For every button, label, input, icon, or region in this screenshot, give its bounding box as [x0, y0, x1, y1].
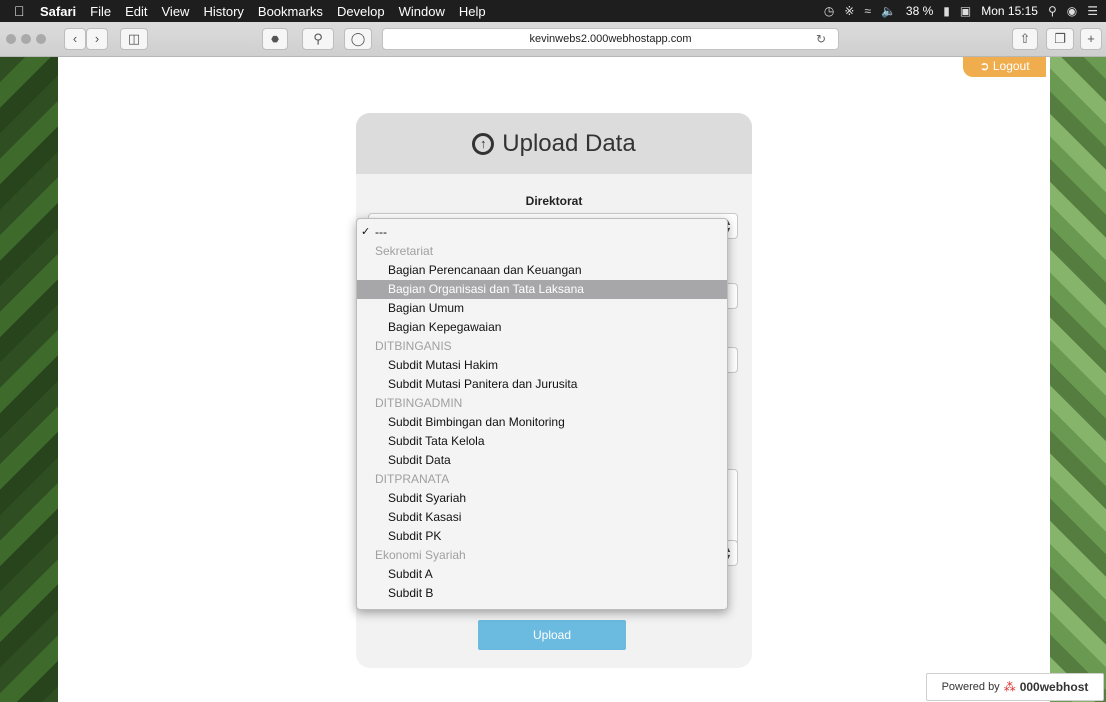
minimize-window-button[interactable] — [21, 34, 31, 44]
upload-icon: ↑ — [472, 132, 495, 155]
logout-icon: ➲ — [979, 59, 990, 73]
option-group-label: DITBINGANIS — [357, 337, 727, 356]
option-label: Bagian Kepegawaian — [388, 320, 502, 334]
dropdown-option[interactable]: Subdit Data — [357, 451, 727, 470]
dropdown-option[interactable]: Subdit PK — [357, 527, 727, 546]
powered-by-text: Powered by — [941, 681, 1000, 693]
option-label: Subdit B — [388, 586, 434, 600]
menu-bar:  Safari File Edit View History Bookmark… — [0, 0, 1106, 22]
page-title: Upload Data — [502, 129, 636, 157]
back-button[interactable]: ‹ — [64, 28, 86, 50]
000webhost-logo-icon: ⁂ — [1003, 680, 1016, 694]
siri-icon[interactable]: ◉ — [1067, 4, 1077, 18]
search-icon[interactable]: ⚲ — [302, 28, 334, 50]
logout-button[interactable]: ➲ Logout — [963, 57, 1046, 77]
clock[interactable]: Mon 15:15 — [981, 4, 1038, 18]
dropdown-option[interactable]: Subdit Bimbingan dan Monitoring — [357, 413, 727, 432]
option-label: Subdit Mutasi Hakim — [388, 358, 499, 372]
menu-view[interactable]: View — [162, 4, 190, 19]
menu-bookmarks[interactable]: Bookmarks — [258, 4, 323, 19]
background-pattern-right — [1050, 57, 1106, 702]
dropdown-option[interactable]: Subdit Tata Kelola — [357, 432, 727, 451]
calendar-icon[interactable]: ▣ — [960, 4, 971, 18]
share-icon[interactable]: ⇧ — [1012, 28, 1038, 50]
address-url: kevinwebs2.000webhostapp.com — [529, 33, 692, 45]
upload-button[interactable]: Upload — [478, 620, 626, 650]
dropdown-option[interactable]: Subdit B — [357, 584, 727, 603]
dropdown-option[interactable]: Subdit A — [357, 565, 727, 584]
battery-percent[interactable]: 38 % — [906, 4, 933, 18]
menu-history[interactable]: History — [203, 4, 243, 19]
reload-icon[interactable]: ↻ — [816, 29, 826, 49]
battery-icon[interactable]: ▮ — [943, 4, 950, 18]
option-label: --- — [375, 225, 387, 239]
option-label: Bagian Perencanaan dan Keuangan — [388, 263, 582, 277]
new-tab-icon[interactable]: + — [1080, 28, 1102, 50]
address-bar[interactable]: kevinwebs2.000webhostapp.com ↻ — [382, 28, 839, 50]
notification-center-icon[interactable]: ☰ — [1087, 4, 1098, 18]
opera-icon[interactable]: ◯ — [344, 28, 372, 50]
zoom-window-button[interactable] — [36, 34, 46, 44]
card-header: ↑ Upload Data — [356, 113, 752, 174]
option-label: Subdit A — [388, 567, 433, 581]
close-window-button[interactable] — [6, 34, 16, 44]
option-group-label: DITPRANATA — [357, 470, 727, 489]
menu-develop[interactable]: Develop — [337, 4, 385, 19]
dropdown-option[interactable]: Subdit Mutasi Panitera dan Jurusita — [357, 375, 727, 394]
option-label: Subdit PK — [388, 529, 442, 543]
volume-icon[interactable]: 🔈 — [881, 4, 896, 18]
dropdown-option[interactable]: ✓ --- — [357, 223, 727, 242]
bluetooth-icon[interactable]: ※ — [844, 4, 854, 18]
powered-by-brand: 000webhost — [1019, 680, 1089, 694]
dropdown-option[interactable]: Subdit Kasasi — [357, 508, 727, 527]
tabs-overview-icon[interactable]: ❐ — [1046, 28, 1074, 50]
menu-app-name[interactable]: Safari — [40, 4, 76, 19]
spotlight-icon[interactable]: ⚲ — [1048, 4, 1057, 18]
wifi-icon[interactable]: ≈ — [864, 4, 871, 18]
option-label: Ekonomi Syariah — [375, 548, 466, 562]
powered-by-badge[interactable]: Powered by ⁂ 000webhost — [926, 673, 1104, 701]
browser-toolbar: ‹ › ◫ ⬣ ⚲ ◯ kevinwebs2.000webhostapp.com… — [0, 22, 1106, 57]
menu-help[interactable]: Help — [459, 4, 486, 19]
option-label: Subdit Data — [388, 453, 451, 467]
dropdown-option[interactable]: Subdit Mutasi Hakim — [357, 356, 727, 375]
option-group-label: Sekretariat — [357, 242, 727, 261]
option-label: Bagian Umum — [388, 301, 465, 315]
option-label: Subdit Tata Kelola — [388, 434, 485, 448]
option-label: Subdit Mutasi Panitera dan Jurusita — [388, 377, 578, 391]
checkmark-icon: ✓ — [361, 226, 371, 238]
dropdown-option[interactable]: Bagian Perencanaan dan Keuangan — [357, 261, 727, 280]
dropdown-option[interactable]: Bagian Kepegawaian — [357, 318, 727, 337]
logout-label: Logout — [992, 59, 1030, 73]
menu-file[interactable]: File — [90, 4, 111, 19]
option-label: Bagian Organisasi dan Tata Laksana — [388, 282, 584, 296]
direktorat-label: Direktorat — [525, 194, 583, 208]
apple-icon[interactable]:  — [14, 3, 28, 19]
option-label: Subdit Bimbingan dan Monitoring — [388, 415, 565, 429]
option-label: DITBINGANIS — [375, 339, 452, 353]
option-label: DITBINGADMIN — [375, 396, 463, 410]
dropdown-option[interactable]: Subdit Syariah — [357, 489, 727, 508]
option-label: DITPRANATA — [375, 472, 450, 486]
background-pattern-left — [0, 57, 58, 702]
option-group-label: DITBINGADMIN — [357, 394, 727, 413]
dropdown-option[interactable]: Bagian Organisasi dan Tata Laksana — [357, 280, 727, 299]
forward-button[interactable]: › — [86, 28, 108, 50]
menu-edit[interactable]: Edit — [125, 4, 147, 19]
window-controls — [6, 34, 46, 44]
option-group-label: Ekonomi Syariah — [357, 546, 727, 565]
sidebar-toggle-icon[interactable]: ◫ — [120, 28, 148, 50]
direktorat-dropdown-list: ✓ --- Sekretariat Bagian Perencanaan dan Ke… — [356, 218, 728, 610]
option-label: Sekretariat — [375, 244, 434, 258]
option-label: Subdit Syariah — [388, 491, 467, 505]
status-tray: ◷ ※ ≈ 🔈 38 % ▮ ▣ Mon 15:15 ⚲ ◉ ☰ — [824, 0, 1098, 22]
option-label: Subdit Kasasi — [388, 510, 462, 524]
menu-window[interactable]: Window — [399, 4, 445, 19]
time-machine-icon[interactable]: ◷ — [824, 4, 834, 18]
adblock-icon[interactable]: ⬣ — [262, 28, 288, 50]
dropdown-option[interactable]: Bagian Umum — [357, 299, 727, 318]
